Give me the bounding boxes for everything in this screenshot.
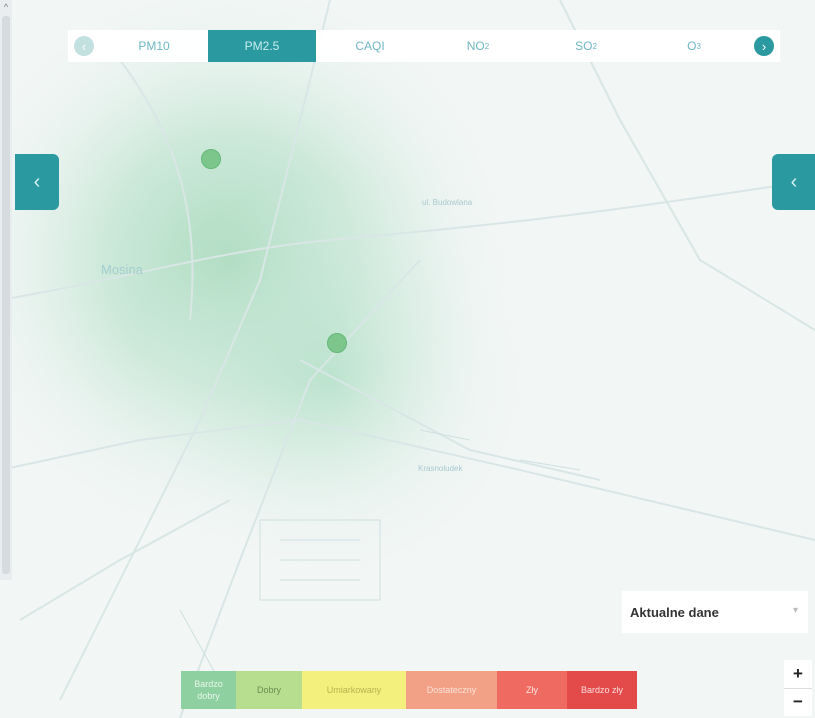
legend-item-zly: Zły bbox=[497, 671, 567, 709]
tab-label: SO bbox=[575, 39, 593, 53]
scroll-track[interactable] bbox=[2, 16, 10, 574]
station-marker[interactable] bbox=[327, 333, 347, 353]
tab-no2[interactable]: NO 2 bbox=[424, 30, 532, 62]
map-label-town: Mosina bbox=[101, 262, 143, 277]
legend-item-dostateczny: Dostateczny bbox=[406, 671, 497, 709]
dataset-select-value: Aktualne dane bbox=[630, 604, 719, 620]
tab-subscript: 2 bbox=[484, 41, 490, 51]
tab-pm25[interactable]: PM2.5 bbox=[208, 30, 316, 62]
dataset-select[interactable]: Aktualne dane ▾ bbox=[622, 591, 808, 633]
map-label-street: Krasnoludek bbox=[418, 464, 463, 473]
chevron-left-icon: ‹ bbox=[790, 170, 798, 193]
zoom-in-button[interactable]: + bbox=[784, 660, 812, 689]
tab-o3[interactable]: O3 bbox=[640, 30, 748, 62]
tab-caqi[interactable]: CAQI bbox=[316, 30, 424, 62]
legend-item-bardzo-dobry: Bardzo dobry bbox=[181, 671, 236, 709]
scrollbar[interactable]: ^ bbox=[0, 0, 12, 580]
tab-label: CAQI bbox=[355, 39, 385, 53]
legend-item-dobry: Dobry bbox=[236, 671, 302, 709]
chevron-down-icon: ▾ bbox=[792, 605, 798, 616]
tab-so2[interactable]: SO 2 bbox=[532, 30, 640, 62]
chevron-right-icon[interactable]: › bbox=[754, 36, 774, 56]
map-label-street: ul. Budowlana bbox=[422, 198, 473, 207]
tab-pm10[interactable]: PM10 bbox=[100, 30, 208, 62]
aq-legend: Bardzo dobry Dobry Umiarkowany Dostatecz… bbox=[181, 671, 637, 709]
panel-right-arrow[interactable]: ‹ bbox=[772, 154, 815, 210]
tab-subscript: 3 bbox=[696, 41, 701, 51]
tab-label: PM2.5 bbox=[244, 39, 280, 53]
zoom-control: + − bbox=[784, 660, 812, 716]
tab-label: PM10 bbox=[138, 39, 170, 53]
legend-item-umiarkowany: Umiarkowany bbox=[302, 671, 406, 709]
legend-item-bardzo-zly: Bardzo zły bbox=[567, 671, 637, 709]
station-marker[interactable] bbox=[201, 149, 221, 169]
tab-subscript: 2 bbox=[592, 41, 597, 51]
scroll-up-icon[interactable]: ^ bbox=[0, 0, 12, 14]
panel-left-arrow[interactable]: ‹ bbox=[15, 154, 59, 210]
tab-label: O bbox=[687, 39, 697, 53]
chevron-left-icon: ‹ bbox=[33, 170, 41, 193]
chevron-left-icon[interactable]: ‹ bbox=[74, 36, 94, 56]
tab-label: NO bbox=[466, 39, 485, 53]
zoom-out-button[interactable]: − bbox=[784, 689, 812, 717]
pollutant-tabs: ‹ PM10 PM2.5 CAQI NO 2 SO 2 O3 › bbox=[68, 30, 780, 62]
